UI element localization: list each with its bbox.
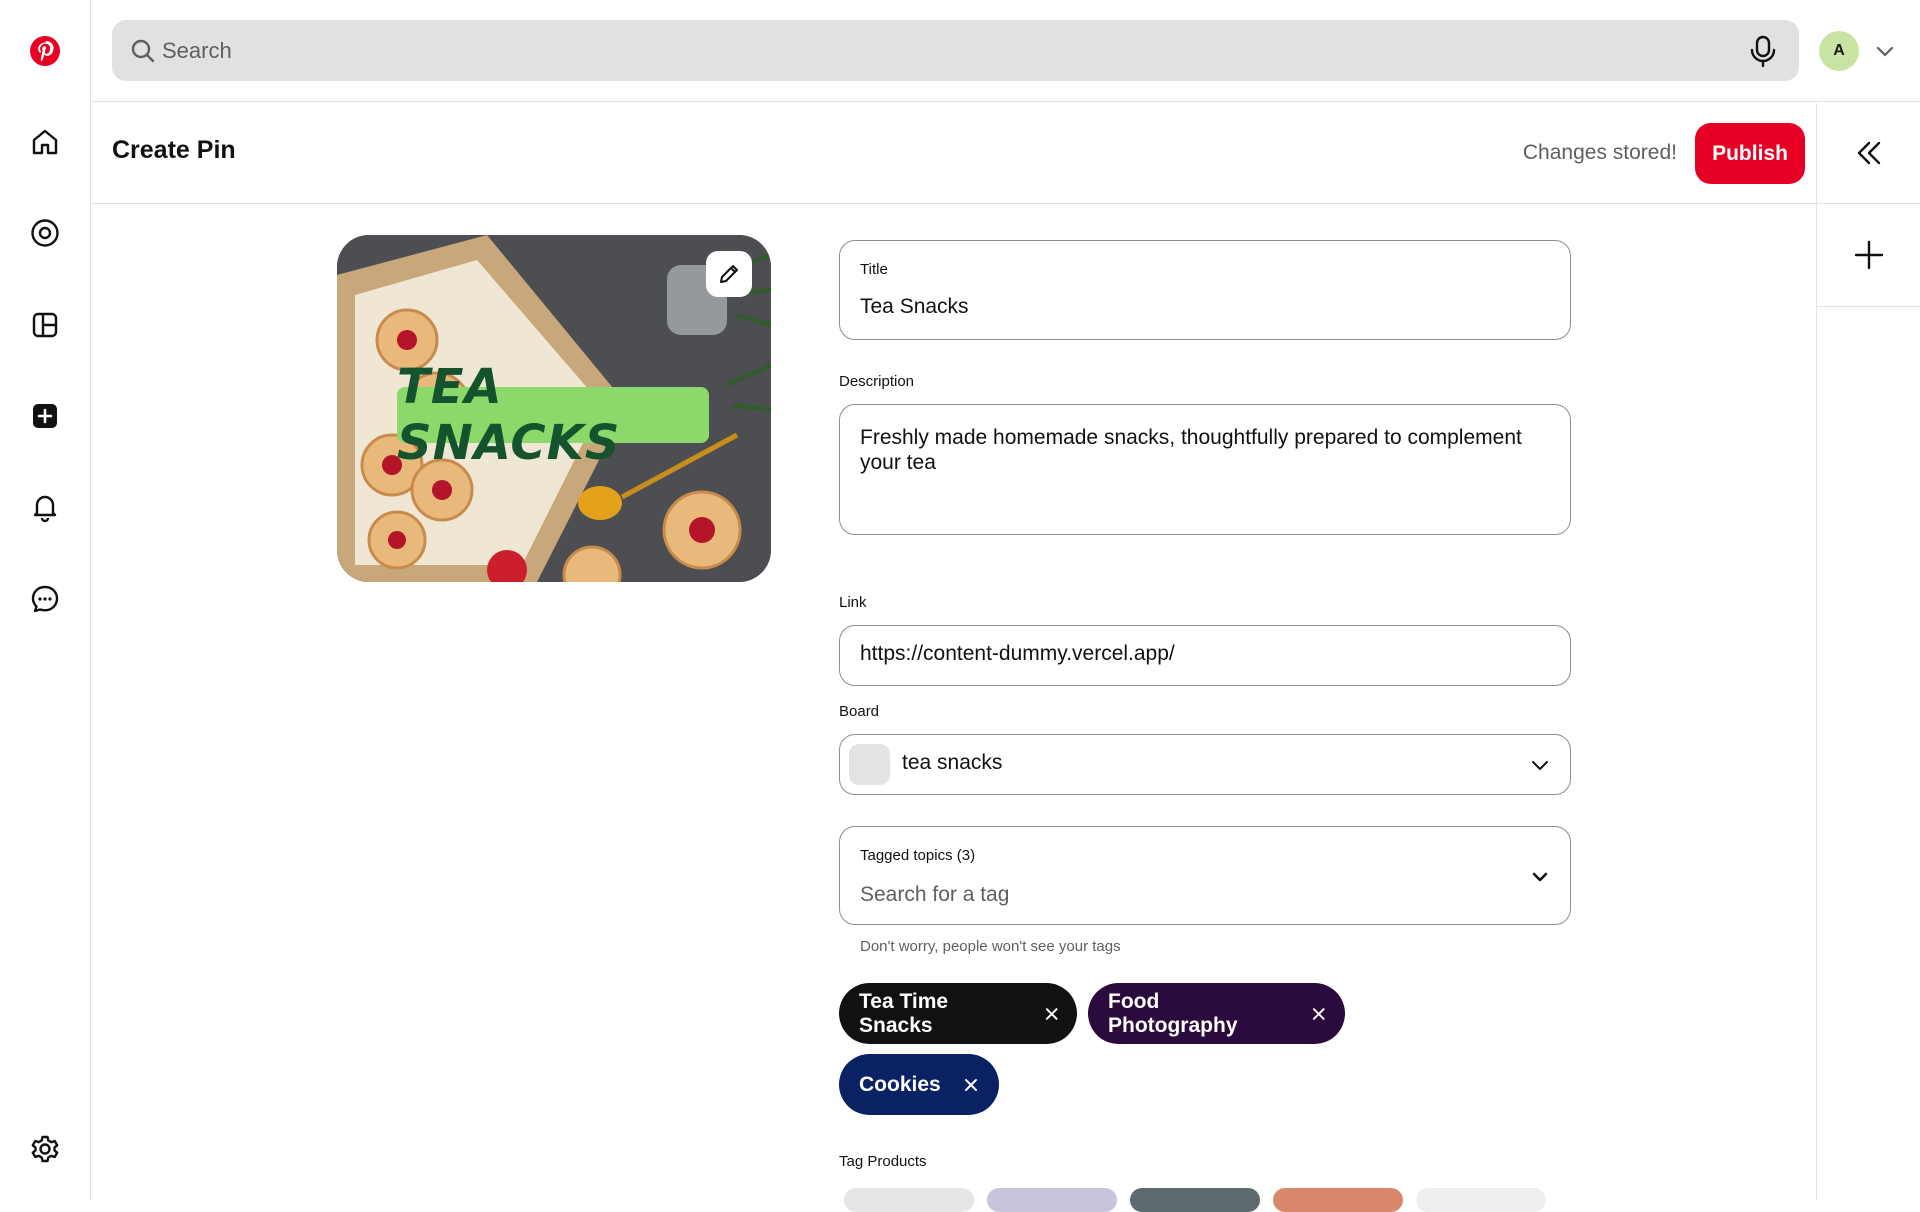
tag-search-input[interactable] — [860, 879, 1460, 911]
home-icon[interactable] — [21, 118, 69, 166]
tag-chip[interactable]: Food Photography — [1088, 983, 1345, 1044]
pinterest-logo-icon[interactable] — [21, 27, 69, 75]
tag-chip[interactable]: Cookies — [839, 1054, 999, 1115]
link-label: Link — [839, 594, 867, 611]
tag-products-label: Tag Products — [839, 1153, 927, 1170]
chevron-down-icon[interactable] — [1530, 867, 1550, 887]
chevron-down-icon — [1532, 761, 1548, 771]
avatar[interactable]: A — [1819, 31, 1859, 71]
remove-tag-close-icon[interactable] — [1044, 1006, 1059, 1022]
board-label: Board — [839, 703, 880, 720]
description-label: Description — [839, 373, 915, 390]
messages-icon[interactable] — [21, 575, 69, 623]
left-nav-rail — [0, 0, 91, 1200]
board-value: tea snacks — [902, 751, 1003, 774]
tagged-topics-field[interactable]: Tagged topics (3) — [839, 826, 1571, 925]
product-thumbnail[interactable] — [844, 1188, 974, 1212]
boards-icon[interactable] — [21, 301, 69, 349]
tag-chip[interactable]: Tea Time Snacks — [839, 983, 1077, 1044]
tag-chip-label: Food Photography — [1108, 989, 1238, 1037]
pencil-icon — [720, 265, 738, 283]
account-menu-chevron-down-icon[interactable] — [1873, 40, 1897, 62]
title-value[interactable]: Tea Snacks — [860, 295, 969, 319]
title-label: Title — [860, 261, 888, 278]
add-pin-button[interactable] — [1817, 204, 1920, 307]
board-thumbnail — [849, 744, 890, 785]
notifications-icon[interactable] — [21, 483, 69, 531]
top-bar: A — [91, 0, 1920, 102]
tag-chip-label: Cookies — [859, 1072, 941, 1096]
title-field[interactable]: Title Tea Snacks — [839, 240, 1571, 340]
tagged-topics-label: Tagged topics (3) — [860, 847, 976, 864]
pin-image-preview: TEA SNACKS — [337, 235, 771, 582]
right-rail — [1816, 103, 1920, 1200]
create-pin-header: Create Pin Changes stored! Publish — [91, 103, 1817, 204]
publish-button[interactable]: Publish — [1695, 123, 1805, 184]
collapse-panel-button[interactable] — [1817, 103, 1920, 204]
explore-icon[interactable] — [21, 209, 69, 257]
link-value[interactable]: https://content-dummy.vercel.app/ — [860, 642, 1175, 666]
product-thumbnail[interactable] — [987, 1188, 1117, 1212]
description-value[interactable]: Freshly made homemade snacks, thoughtful… — [860, 425, 1540, 475]
remove-tag-close-icon[interactable] — [1311, 1006, 1327, 1022]
pin-overlay-text: TEA SNACKS — [397, 359, 709, 471]
page-title: Create Pin — [112, 136, 236, 164]
link-field[interactable]: https://content-dummy.vercel.app/ — [839, 625, 1571, 686]
collapse-double-chevron-icon — [1857, 141, 1881, 165]
search-icon — [131, 39, 155, 63]
create-icon[interactable] — [21, 392, 69, 440]
save-status-text: Changes stored! — [1522, 141, 1677, 164]
board-select[interactable]: tea snacks — [839, 734, 1571, 795]
remove-tag-close-icon[interactable] — [963, 1077, 979, 1093]
tag-products-row — [839, 1188, 1559, 1212]
microphone-icon[interactable] — [1747, 34, 1779, 68]
tags-helper-text: Don't worry, people won't see your tags — [860, 938, 1121, 955]
search-bar[interactable] — [112, 20, 1799, 81]
product-thumbnail[interactable] — [1416, 1188, 1546, 1212]
edit-image-button[interactable] — [706, 251, 752, 297]
tag-chip-label: Tea Time Snacks — [859, 989, 949, 1037]
description-field[interactable]: Freshly made homemade snacks, thoughtful… — [839, 404, 1571, 535]
add-icon — [1854, 240, 1884, 270]
search-input[interactable] — [162, 30, 1712, 71]
product-thumbnail[interactable] — [1273, 1188, 1403, 1212]
product-thumbnail[interactable] — [1130, 1188, 1260, 1212]
settings-icon[interactable] — [21, 1125, 69, 1173]
